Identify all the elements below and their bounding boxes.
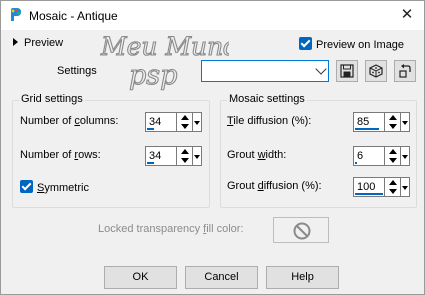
grout-diffusion-spinner: 100 [353, 177, 415, 197]
tile-diffusion-dropdown-button[interactable] [401, 112, 410, 132]
grout-diffusion-dropdown-button[interactable] [401, 177, 410, 197]
watermark-line-2: psp [129, 60, 177, 91]
grout-width-spinner: 6 [353, 146, 415, 166]
checkbox-checked-icon [299, 37, 312, 50]
mosaic-antique-dialog: Mosaic - Antique ✕ Preview Meu Mundo psp… [0, 0, 425, 295]
rows-level-bar [147, 162, 154, 164]
grout-diffusion-input[interactable]: 100 [353, 177, 385, 197]
tile-diffusion-label: Tile diffusion (%): [227, 115, 312, 127]
grout-diffusion-stepper[interactable] [385, 177, 401, 197]
arrow-down-icon[interactable] [181, 124, 189, 129]
preview-label: Preview [24, 37, 64, 49]
save-preset-button[interactable] [336, 60, 358, 82]
arrow-up-icon[interactable] [389, 115, 397, 120]
columns-spinner: 34 [145, 112, 207, 132]
columns-dropdown-button[interactable] [193, 112, 202, 132]
paintshop-app-icon [11, 8, 21, 21]
symmetric-label: Symmetric [37, 182, 89, 194]
help-button[interactable]: Help [266, 266, 339, 289]
tile-diffusion-level-bar [355, 128, 379, 130]
title-bar: Mosaic - Antique ✕ [1, 1, 424, 30]
columns-label: Number of columns: [20, 115, 119, 127]
reset-button[interactable] [394, 60, 416, 82]
columns-stepper[interactable] [177, 112, 193, 132]
locked-transparency-label: Locked transparency fill color: [98, 223, 244, 235]
preview-on-image-checkbox[interactable]: Preview on Image [299, 37, 404, 51]
arrow-up-icon[interactable] [181, 149, 189, 154]
tile-diffusion-input[interactable]: 85 [353, 112, 385, 132]
rows-label: Number of rows: [20, 149, 101, 161]
preview-on-image-label: Preview on Image [316, 39, 405, 51]
chevron-down-icon [315, 63, 327, 75]
grout-diffusion-level-bar [355, 193, 383, 195]
arrow-up-icon[interactable] [389, 149, 397, 154]
columns-input[interactable]: 34 [145, 112, 177, 132]
columns-level-bar [147, 128, 154, 130]
fill-color-swatch[interactable] [273, 217, 329, 243]
grout-width-input[interactable]: 6 [353, 146, 385, 166]
grout-diffusion-label: Grout diffusion (%): [227, 180, 322, 192]
tile-diffusion-stepper[interactable] [385, 112, 401, 132]
tile-diffusion-spinner: 85 [353, 112, 415, 132]
arrow-down-icon[interactable] [389, 189, 397, 194]
mosaic-settings-title: Mosaic settings [227, 93, 307, 105]
rows-input[interactable]: 34 [145, 146, 177, 166]
settings-label: Settings [57, 65, 97, 77]
cancel-button[interactable]: Cancel [185, 266, 258, 289]
window-title: Mosaic - Antique [29, 9, 118, 23]
settings-preset-dropdown[interactable] [201, 60, 329, 82]
grout-width-dropdown-button[interactable] [401, 146, 410, 166]
symmetric-checkbox[interactable]: Symmetric [20, 180, 89, 194]
grid-settings-title: Grid settings [19, 93, 85, 105]
arrow-up-icon[interactable] [389, 180, 397, 185]
arrow-down-icon[interactable] [389, 158, 397, 163]
rows-spinner: 34 [145, 146, 207, 166]
close-button[interactable]: ✕ [396, 5, 418, 25]
grout-width-stepper[interactable] [385, 146, 401, 166]
reset-icon [399, 64, 411, 78]
grout-width-level-bar [355, 162, 357, 164]
randomize-dice-icon [369, 64, 383, 78]
randomize-button[interactable] [365, 60, 387, 82]
rows-dropdown-button[interactable] [193, 146, 202, 166]
no-color-icon [293, 222, 311, 240]
checkbox-checked-icon [20, 180, 33, 193]
expand-arrow-icon [13, 38, 18, 46]
preview-toggle[interactable]: Preview [13, 37, 63, 49]
save-preset-icon [340, 64, 354, 78]
rows-stepper[interactable] [177, 146, 193, 166]
ok-button[interactable]: OK [104, 266, 177, 289]
grout-width-label: Grout width: [227, 149, 287, 161]
arrow-down-icon[interactable] [181, 158, 189, 163]
arrow-up-icon[interactable] [181, 115, 189, 120]
watermark-line-1: Meu Mundo [100, 32, 229, 61]
arrow-down-icon[interactable] [389, 124, 397, 129]
